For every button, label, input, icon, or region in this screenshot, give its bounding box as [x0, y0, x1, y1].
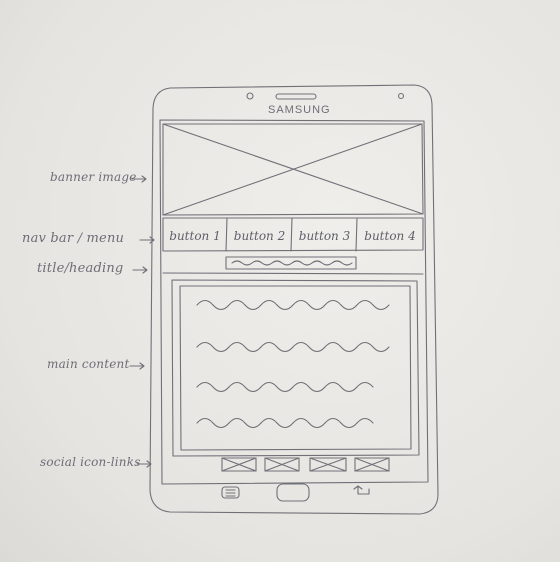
- nav-divider-2: [290, 217, 293, 252]
- annotation-content: main content: [47, 357, 130, 371]
- nav-button-3[interactable]: button 3: [293, 224, 356, 248]
- arrow-nav: [139, 236, 155, 244]
- back-key-icon: [353, 485, 370, 495]
- annotation-nav: nav bar / menu: [22, 231, 125, 246]
- content-line-3: [196, 381, 374, 393]
- content-line-4: [196, 417, 374, 429]
- front-camera-icon: [246, 92, 254, 100]
- main-content-inner: [179, 285, 412, 451]
- title-box: [225, 256, 357, 270]
- arrow-content: [129, 362, 145, 370]
- annotation-title: title/heading: [37, 261, 124, 276]
- main-content-outer: [171, 279, 420, 457]
- nav-button-1[interactable]: button 1: [164, 224, 226, 248]
- device-brand: SAMSUNG: [268, 104, 331, 116]
- title-divider: [162, 272, 424, 275]
- home-button: [276, 483, 310, 502]
- nav-button-4[interactable]: button 4: [357, 224, 423, 248]
- title-squiggle: [231, 260, 353, 266]
- arrow-title: [132, 266, 148, 274]
- wireframe-sketch: [129, 84, 439, 515]
- nav-divider-1: [225, 217, 228, 252]
- nav-button-2[interactable]: button 2: [228, 224, 291, 248]
- sensor-icon: [397, 92, 405, 100]
- content-line-2: [196, 341, 390, 353]
- annotation-social: social icon-links: [40, 455, 141, 469]
- annotation-banner: banner image: [50, 170, 137, 184]
- speaker-grille: [275, 93, 317, 100]
- content-line-1: [196, 299, 390, 311]
